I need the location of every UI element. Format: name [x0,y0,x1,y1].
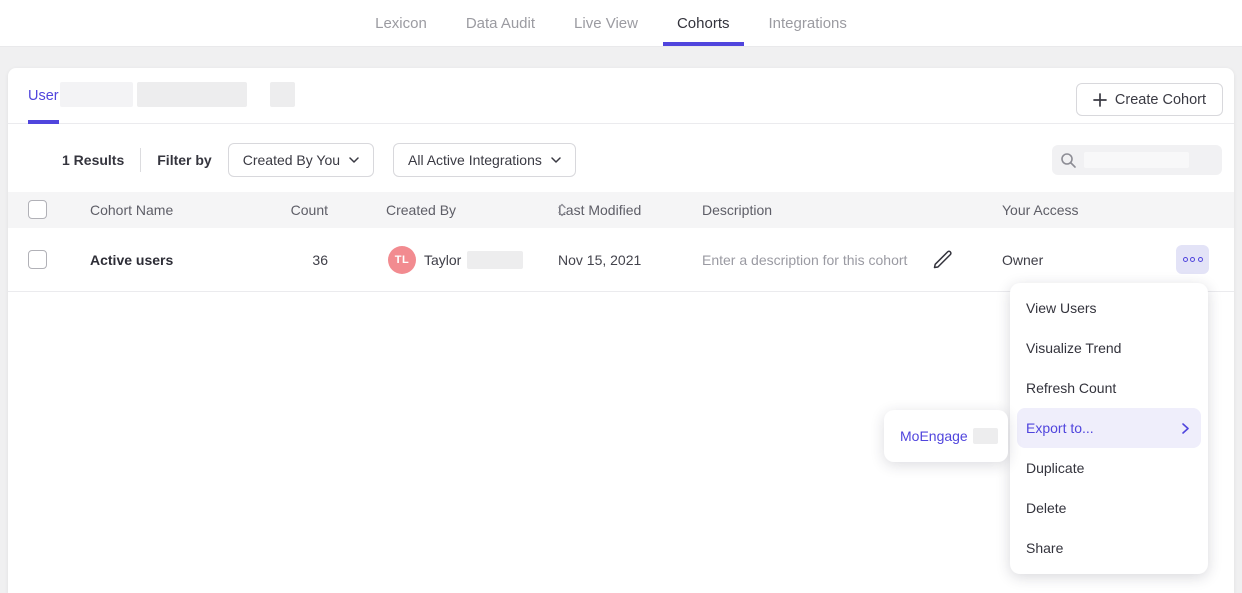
cohorts-panel: User Create Cohort 1 Results Filter by C… [8,68,1234,593]
menu-item-export-to[interactable]: Export to... [1017,408,1201,448]
create-cohort-button[interactable]: Create Cohort [1076,83,1223,116]
menu-item-share[interactable]: Share [1010,528,1208,568]
header-your-access: Your Access [1002,202,1079,218]
cohort-count: 36 [312,252,328,268]
chevron-down-icon [349,157,359,163]
created-by-dropdown[interactable]: Created By You [228,143,374,177]
header-created-by: Created By [386,202,456,218]
header-cohort-name: Cohort Name [90,202,173,218]
submenu-item-moengage-label: MoEngage [900,428,968,444]
cohort-type-tabs: User Create Cohort [8,68,1234,124]
row-actions-menu-button[interactable] [1176,245,1209,274]
integrations-dropdown-value: All Active Integrations [408,152,542,168]
search-input[interactable] [1052,145,1222,175]
plus-icon [1093,93,1107,107]
tab-user[interactable]: User [28,68,59,124]
tab-redacted-2[interactable] [137,82,247,107]
search-icon [1060,152,1077,169]
create-cohort-label: Create Cohort [1115,92,1206,108]
header-description: Description [702,202,772,218]
dots-icon [1183,257,1188,262]
created-by-dropdown-value: Created By You [243,152,340,168]
nav-tab-live-view[interactable]: Live View [574,0,638,46]
submenu-redacted [973,428,998,444]
submenu-item-moengage[interactable]: MoEngage [884,428,1008,444]
avatar: TL [388,246,416,274]
nav-tab-integrations[interactable]: Integrations [769,0,847,46]
menu-item-visualize-trend[interactable]: Visualize Trend [1010,328,1208,368]
row-checkbox[interactable] [28,250,47,269]
chevron-down-icon [551,157,561,163]
nav-tab-cohorts[interactable]: Cohorts [677,0,730,46]
menu-item-export-to-label: Export to... [1026,420,1094,436]
header-last-modified-label: Last Modified [558,202,641,218]
description-placeholder[interactable]: Enter a description for this cohort [702,252,907,268]
edit-description-icon[interactable] [930,248,954,272]
select-all-checkbox[interactable] [28,200,47,219]
search-placeholder-redacted [1084,152,1189,168]
chevron-right-icon [1182,423,1189,434]
cohort-name[interactable]: Active users [90,252,173,268]
row-actions-context-menu: View Users Visualize Trend Refresh Count… [1010,283,1208,574]
nav-tab-data-audit[interactable]: Data Audit [466,0,535,46]
tab-redacted-1[interactable] [60,82,133,107]
divider [140,148,141,172]
menu-item-duplicate[interactable]: Duplicate [1010,448,1208,488]
menu-item-refresh-count[interactable]: Refresh Count [1010,368,1208,408]
integrations-dropdown[interactable]: All Active Integrations [393,143,576,177]
created-by-name: Taylor [424,252,461,268]
export-submenu: MoEngage [884,410,1008,462]
created-by-value: Taylor [424,251,523,269]
filter-toolbar: 1 Results Filter by Created By You All A… [8,136,1234,184]
header-count: Count [291,202,328,218]
filter-by-label: Filter by [157,152,211,168]
menu-item-view-users[interactable]: View Users [1010,288,1208,328]
last-modified-value: Nov 15, 2021 [558,252,641,268]
created-by-redacted [467,251,523,269]
sort-icon [558,204,566,217]
nav-tab-lexicon[interactable]: Lexicon [375,0,427,46]
results-count: 1 Results [62,152,124,168]
top-navigation: Lexicon Data Audit Live View Cohorts Int… [0,0,1242,47]
table-header-row: Cohort Name Count Created By Last Modifi… [8,192,1234,228]
access-value: Owner [1002,252,1043,268]
menu-item-delete[interactable]: Delete [1010,488,1208,528]
tab-redacted-3[interactable] [270,82,295,107]
